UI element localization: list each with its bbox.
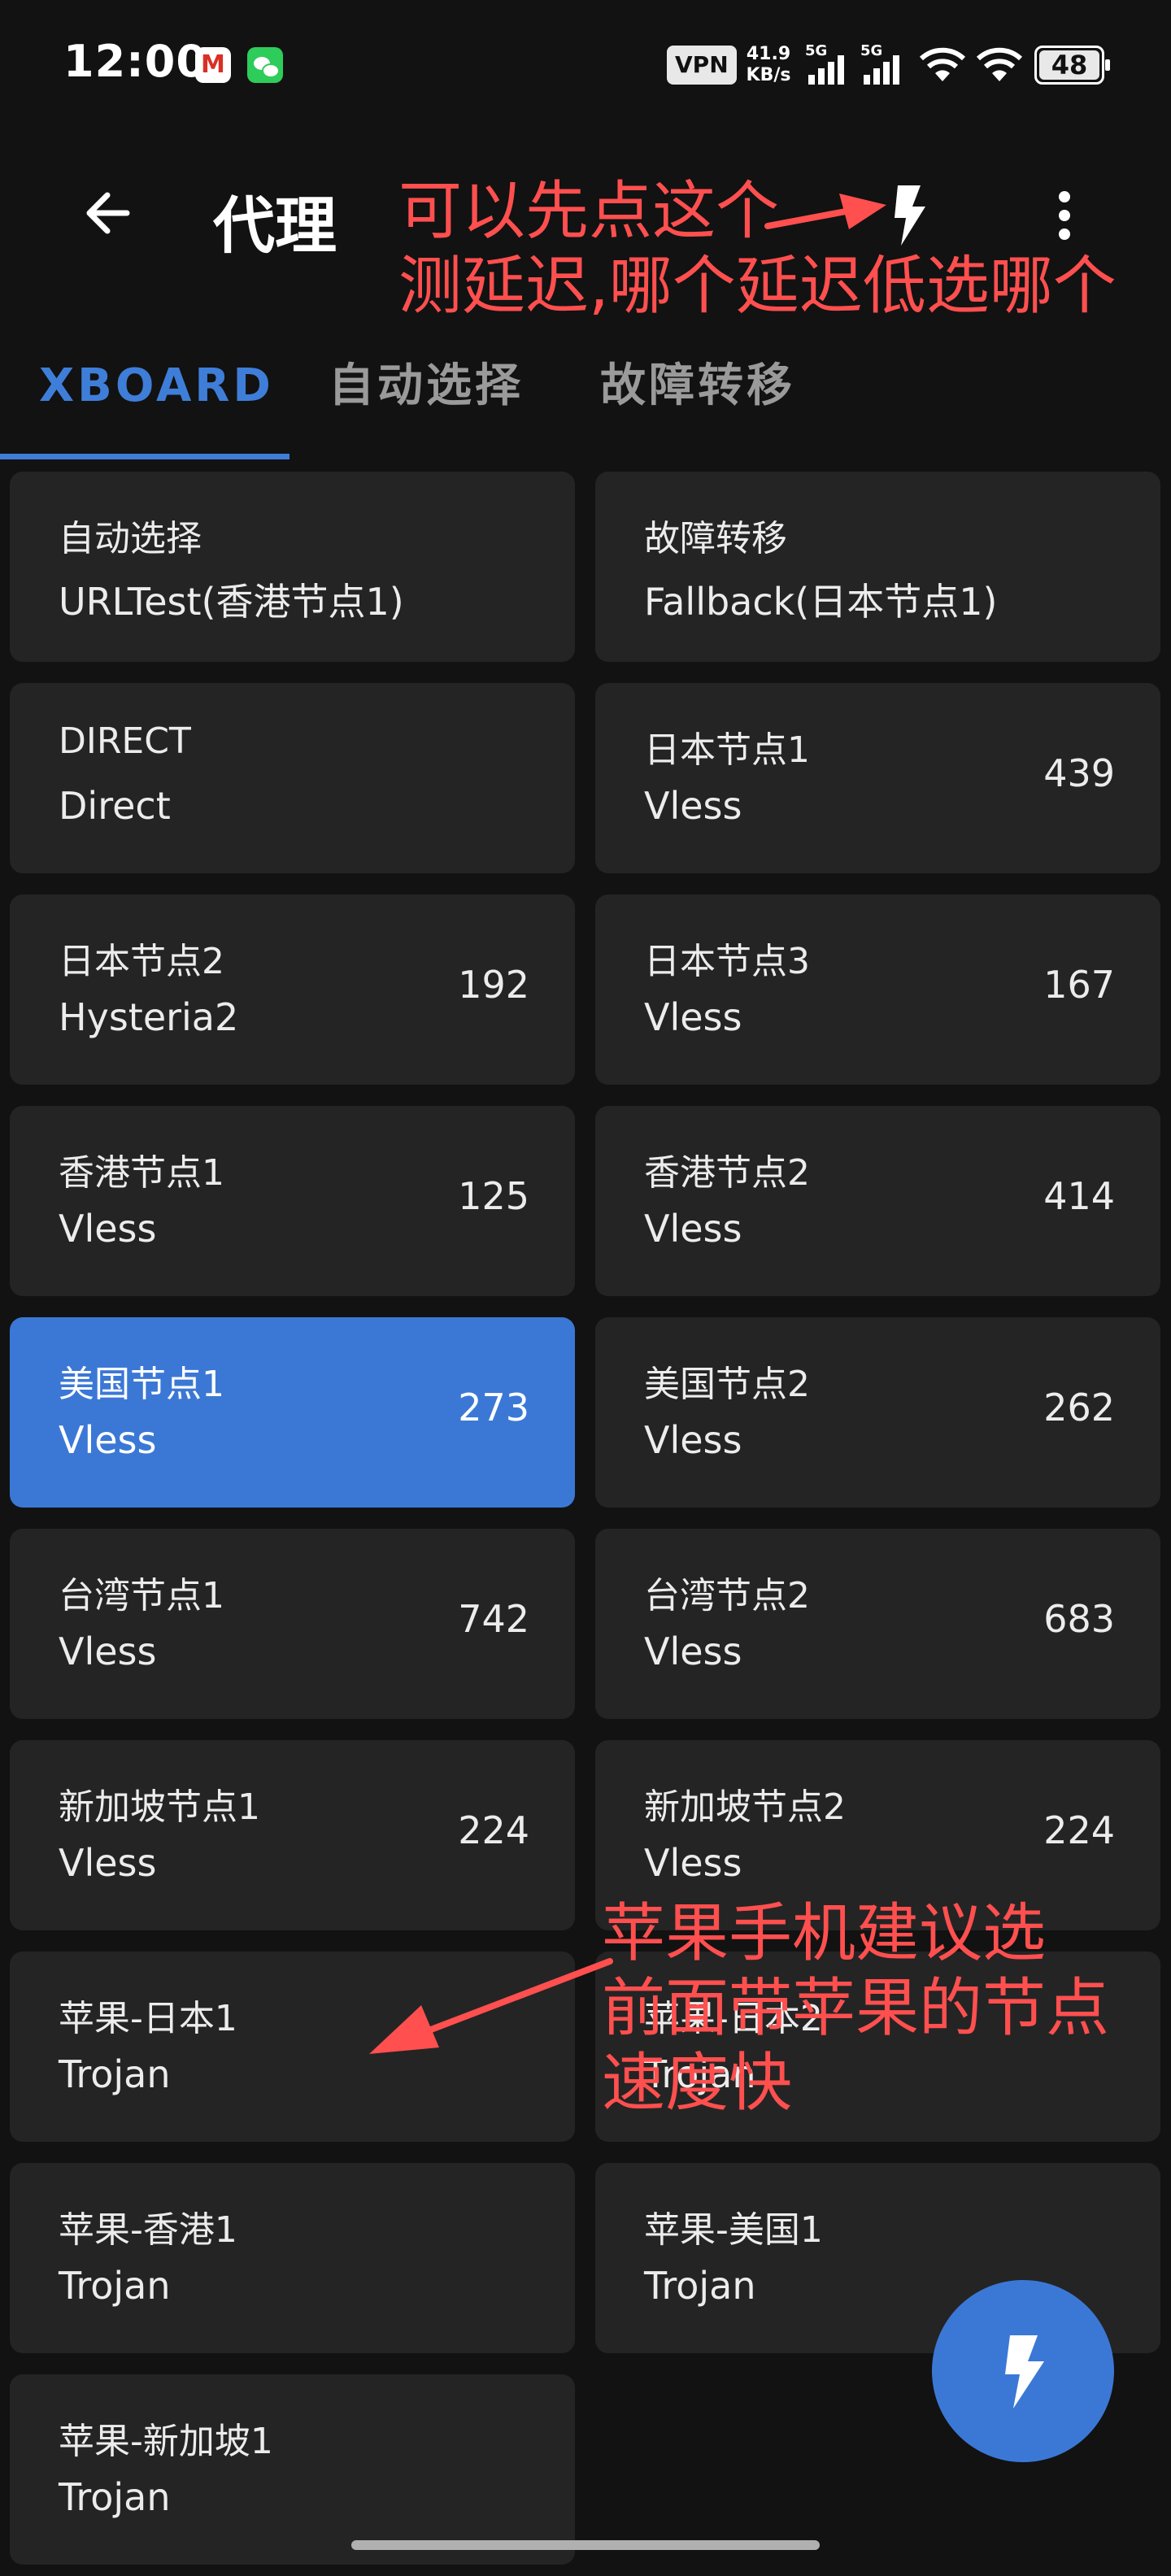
- proxy-card[interactable]: 美国节点2 Vless 262: [595, 1317, 1160, 1508]
- tab-indicator: [0, 454, 289, 459]
- signal-1-label: 5G: [805, 42, 828, 59]
- proxy-name: 日本节点1: [644, 729, 810, 771]
- back-arrow-icon[interactable]: [78, 184, 137, 242]
- proxy-delay: 224: [458, 1808, 529, 1852]
- proxy-type: Direct: [59, 784, 171, 828]
- annotation-test-delay: 可以先点这个 测延迟,哪个延迟低选哪个: [398, 174, 1117, 324]
- proxy-type: Trojan: [644, 2264, 756, 2308]
- signal-2-icon: 5G: [860, 42, 909, 88]
- proxy-name: 香港节点2: [644, 1152, 810, 1194]
- proxy-type: Vless: [59, 1630, 157, 1673]
- wechat-notification-icon: [247, 47, 283, 83]
- proxy-type: Vless: [644, 995, 742, 1039]
- proxy-type: Trojan: [59, 2475, 171, 2519]
- network-speed-unit: KB/s: [746, 65, 791, 85]
- tab-auto-select[interactable]: 自动选择: [329, 342, 524, 463]
- proxy-name: 苹果-日本1: [59, 1998, 237, 2039]
- proxy-type: Hysteria2: [59, 995, 239, 1039]
- proxy-delay: 125: [458, 1174, 529, 1218]
- proxy-type: Vless: [59, 1418, 157, 1462]
- proxy-card[interactable]: 台湾节点2 Vless 683: [595, 1529, 1160, 1719]
- battery-level: 48: [1039, 50, 1099, 80]
- signal-1-icon: 5G: [805, 42, 854, 88]
- home-indicator[interactable]: [351, 2540, 820, 2550]
- proxy-card[interactable]: 台湾节点1 Vless 742: [10, 1529, 575, 1719]
- proxy-card[interactable]: 日本节点2 Hysteria2 192: [10, 894, 575, 1085]
- proxy-delay: 683: [1043, 1597, 1115, 1641]
- proxy-type: Trojan: [59, 2264, 171, 2308]
- proxy-type: Vless: [59, 1207, 157, 1251]
- status-time: 12:00: [63, 36, 207, 87]
- proxy-name: 故障转移: [644, 518, 787, 559]
- proxy-card[interactable]: 香港节点1 Vless 125: [10, 1106, 575, 1296]
- proxy-card[interactable]: 苹果-香港1 Trojan: [10, 2163, 575, 2353]
- proxy-name: 日本节点3: [644, 941, 810, 982]
- proxy-delay: 414: [1043, 1174, 1115, 1218]
- proxy-type: Vless: [644, 1841, 742, 1885]
- fab-bolt-icon: [1005, 2335, 1044, 2408]
- annotation-top-line-2: 测延迟,哪个延迟低选哪个: [398, 250, 1117, 323]
- proxy-name: 台湾节点2: [644, 1575, 810, 1617]
- proxy-name: 美国节点1: [59, 1364, 224, 1405]
- annotation-top-line-1: 可以先点这个: [398, 175, 780, 248]
- proxy-type: Vless: [644, 1418, 742, 1462]
- proxy-delay: 262: [1043, 1386, 1115, 1429]
- proxy-delay: 224: [1043, 1808, 1115, 1852]
- proxy-type: Vless: [644, 1630, 742, 1673]
- annotation-mid-line-3: 速度快: [602, 2047, 793, 2120]
- hotspot-icon: [919, 47, 966, 81]
- tab-fallback[interactable]: 故障转移: [600, 342, 795, 463]
- proxy-card[interactable]: 自动选择 URLTest(香港节点1): [10, 472, 575, 662]
- proxy-name: 苹果-美国1: [644, 2209, 823, 2251]
- proxy-delay: 192: [458, 963, 529, 1007]
- proxy-card[interactable]: 日本节点3 Vless 167: [595, 894, 1160, 1085]
- page-title: 代理: [213, 189, 337, 262]
- annotation-mid-line-1: 苹果手机建议选: [602, 1897, 1047, 1970]
- wifi-icon: [976, 47, 1023, 81]
- proxy-name: 台湾节点1: [59, 1575, 224, 1617]
- network-speed: 41.9 KB/s: [740, 44, 797, 86]
- annotation-arrow-top-icon: [764, 194, 886, 229]
- gmail-notification-icon: [195, 47, 231, 83]
- tab-xboard[interactable]: XBOARD: [39, 342, 274, 463]
- proxy-name: DIRECT: [59, 720, 191, 762]
- proxy-delay: 273: [458, 1386, 529, 1429]
- proxy-card[interactable]: DIRECT Direct: [10, 683, 575, 873]
- proxy-type: Vless: [59, 1841, 157, 1885]
- proxy-card[interactable]: 苹果-新加坡1 Trojan: [10, 2374, 575, 2565]
- proxy-name: 香港节点1: [59, 1152, 224, 1194]
- proxy-name: 自动选择: [59, 518, 202, 559]
- proxy-type: URLTest(香港节点1): [59, 580, 404, 624]
- proxy-type: Fallback(日本节点1): [644, 580, 998, 624]
- status-bar: 12:00 VPN 41.9 KB/s 5G 5G 48: [0, 0, 1171, 130]
- proxy-delay: 167: [1043, 963, 1115, 1007]
- proxy-card[interactable]: 美国节点1 Vless 273: [10, 1317, 575, 1508]
- proxy-type: Trojan: [59, 2052, 171, 2096]
- proxy-card[interactable]: 日本节点1 Vless 439: [595, 683, 1160, 873]
- proxy-name: 新加坡节点2: [644, 1786, 846, 1828]
- proxy-name: 苹果-新加坡1: [59, 2421, 273, 2462]
- annotation-apple-nodes: 苹果手机建议选 前面带苹果的节点 速度快: [602, 1896, 1109, 2121]
- test-delay-fab[interactable]: [932, 2280, 1114, 2462]
- proxy-card[interactable]: 新加坡节点1 Vless 224: [10, 1740, 575, 1930]
- proxy-name: 美国节点2: [644, 1364, 810, 1405]
- annotation-arrow-mid-icon: [369, 1958, 613, 2054]
- proxy-name: 日本节点2: [59, 941, 224, 982]
- proxy-name: 苹果-香港1: [59, 2209, 237, 2251]
- group-tabs: XBOARD 自动选择 故障转移: [0, 342, 1171, 463]
- vpn-badge: VPN: [667, 46, 737, 85]
- network-speed-value: 41.9: [746, 44, 791, 64]
- signal-2-label: 5G: [860, 42, 883, 59]
- proxy-delay: 439: [1043, 751, 1115, 795]
- proxy-delay: 742: [458, 1597, 529, 1641]
- proxy-card[interactable]: 香港节点2 Vless 414: [595, 1106, 1160, 1296]
- battery-icon: 48: [1034, 46, 1110, 85]
- annotation-mid-line-2: 前面带苹果的节点: [602, 1972, 1110, 2045]
- proxy-name: 新加坡节点1: [59, 1786, 260, 1828]
- proxy-type: Vless: [644, 784, 742, 828]
- proxy-type: Vless: [644, 1207, 742, 1251]
- proxy-card[interactable]: 故障转移 Fallback(日本节点1): [595, 472, 1160, 662]
